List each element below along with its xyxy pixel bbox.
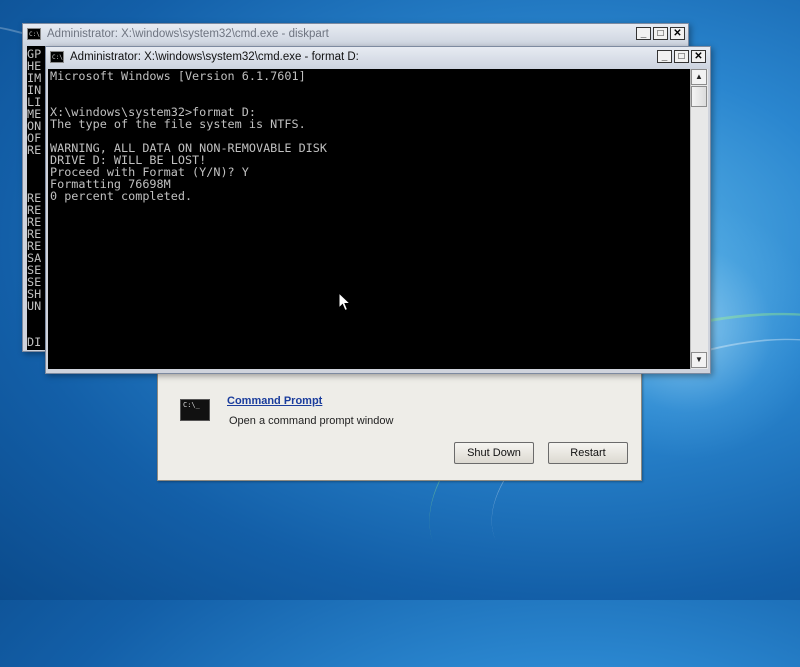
minimize-button[interactable]: _ [657,50,672,63]
console-line: 0 percent completed. [50,189,193,203]
maximize-button[interactable]: □ [674,50,689,63]
console-app-icon: C:\ [50,51,64,63]
vertical-scrollbar[interactable]: ▲ ▼ [690,69,708,369]
command-prompt-icon[interactable]: C:\_ [180,399,210,421]
system-recovery-dialog: C:\_ Command Prompt Open a command promp… [157,372,642,481]
console-line: DI [27,335,42,349]
minimize-button[interactable]: _ [636,27,651,40]
command-prompt-link[interactable]: Command Prompt [227,395,322,407]
scroll-thumb[interactable] [691,86,707,107]
maximize-button[interactable]: □ [653,27,668,40]
title-bar[interactable]: C:\ Administrator: X:\windows\system32\c… [23,24,688,46]
format-console-window[interactable]: C:\ Administrator: X:\windows\system32\c… [45,46,711,374]
console-app-icon: C:\ [27,28,41,40]
console-line: RE [27,143,42,157]
shut-down-button[interactable]: Shut Down [454,442,534,464]
console-line: Microsoft Windows [Version 6.1.7601] [50,69,306,83]
mouse-pointer-icon [338,292,352,312]
console-output[interactable]: Microsoft Windows [Version 6.1.7601] X:\w… [48,69,690,369]
command-prompt-description: Open a command prompt window [229,415,394,427]
scroll-up-arrow-icon[interactable]: ▲ [691,69,707,85]
recovery-tools-panel: C:\_ Command Prompt Open a command promp… [158,373,641,480]
window-title: Administrator: X:\windows\system32\cmd.e… [47,28,329,40]
window-title: Administrator: X:\windows\system32\cmd.e… [70,51,359,63]
console-output[interactable]: GP HE IM IN LI ME ON OF RE RE RE RE RE RE SA SE SE SH UN DI [27,46,45,350]
restart-button[interactable]: Restart [548,442,628,464]
console-line: The type of the file system is NTFS. [50,117,306,131]
close-button[interactable]: ✕ [691,50,706,63]
close-button[interactable]: ✕ [670,27,685,40]
title-bar[interactable]: C:\ Administrator: X:\windows\system32\c… [46,47,710,69]
console-line: UN [27,299,42,313]
scroll-down-arrow-icon[interactable]: ▼ [691,352,707,368]
